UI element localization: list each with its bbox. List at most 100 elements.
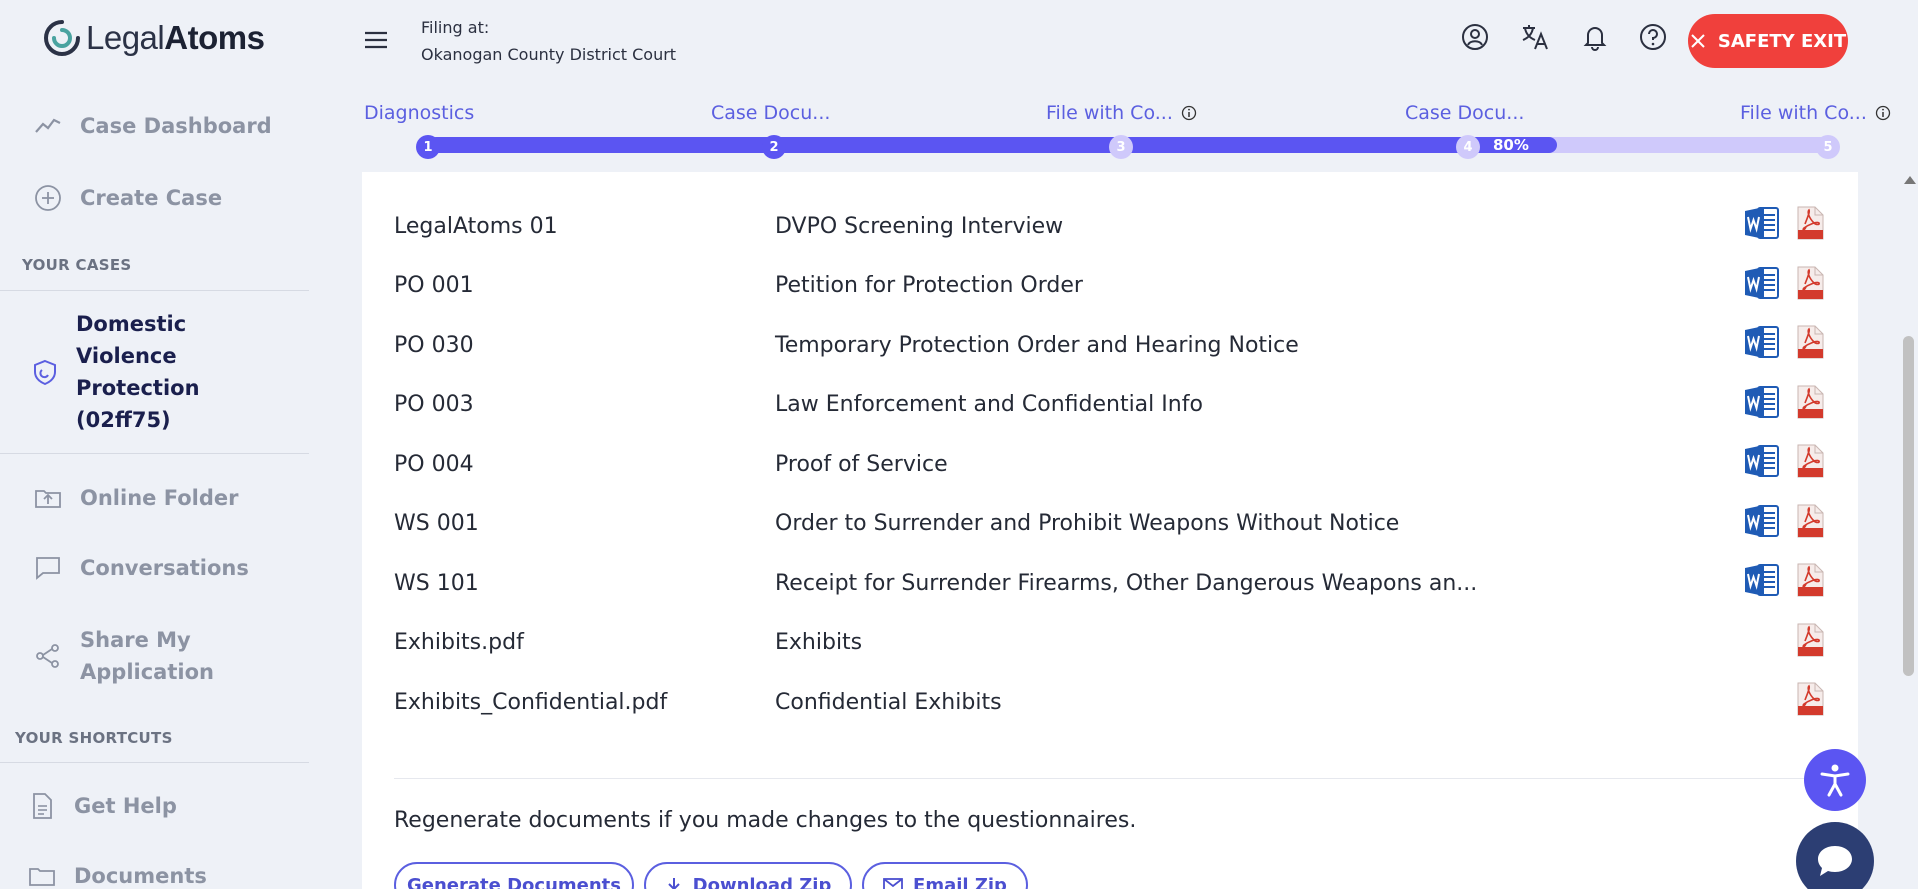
share-icon: [36, 644, 59, 668]
nav-label: Online Folder: [80, 486, 239, 510]
document-code: WS 001: [394, 511, 479, 536]
shortcut-documents[interactable]: Documents: [28, 862, 207, 889]
divider: [0, 290, 309, 291]
word-download-icon[interactable]: [1744, 385, 1780, 419]
accessibility-button[interactable]: [1804, 749, 1866, 811]
chat-bubble-icon: [36, 557, 60, 580]
shield-icon: [34, 359, 56, 385]
document-download-icons: [1744, 444, 1824, 484]
button-label: Email Zip: [913, 874, 1007, 889]
pdf-download-icon[interactable]: [1796, 563, 1824, 597]
word-download-icon[interactable]: [1744, 563, 1780, 597]
pdf-download-icon[interactable]: [1796, 444, 1824, 478]
step-label-5[interactable]: File with Co...: [1740, 102, 1891, 124]
progress-percent: 80%: [1493, 136, 1529, 154]
safety-exit-button[interactable]: SAFETY EXIT: [1688, 14, 1848, 68]
document-download-icons: [1744, 206, 1824, 246]
nav-share-application[interactable]: Share My Application: [34, 624, 240, 688]
pdf-download-icon[interactable]: [1796, 682, 1824, 716]
step-dot-2[interactable]: 2: [762, 135, 786, 159]
document-download-icons: [1744, 682, 1824, 722]
nav-create-case[interactable]: Create Case: [34, 184, 222, 212]
document-code: LegalAtoms 01: [394, 213, 558, 239]
progress-stepper: Diagnostics Case Docu... File with Co...…: [310, 88, 1918, 160]
scroll-up-arrow-icon[interactable]: [1904, 176, 1916, 184]
close-icon: [1691, 34, 1705, 48]
nav-label: Create Case: [80, 186, 223, 210]
document-download-icons: [1744, 385, 1824, 425]
generate-documents-button[interactable]: Generate Documents: [394, 862, 634, 889]
step-label-3[interactable]: File with Co...: [1046, 102, 1197, 124]
hamburger-menu-icon[interactable]: [362, 26, 390, 54]
logo[interactable]: LegalAtoms: [42, 18, 265, 58]
document-row: WS 101 Receipt for Surrender Firearms, Ot…: [394, 555, 1824, 611]
document-code: PO 004: [394, 451, 474, 477]
shortcut-get-help[interactable]: Get Help: [28, 792, 177, 820]
document-download-icons: [1744, 325, 1824, 365]
document-title: Exhibits: [775, 630, 863, 655]
regenerate-hint: Regenerate documents if you made changes…: [394, 808, 1137, 833]
document-row: WS 001 Order to Surrender and Prohibit We…: [394, 496, 1824, 552]
document-code: PO 001: [394, 273, 474, 298]
word-download-icon[interactable]: [1744, 444, 1780, 478]
step-label-4[interactable]: Case Docu...: [1405, 102, 1524, 124]
filing-location: Filing at: Okanogan County District Cour…: [421, 14, 676, 68]
chat-widget-button[interactable]: [1796, 822, 1874, 889]
document-download-icons: [1744, 623, 1824, 663]
divider: [0, 453, 309, 454]
nav-case-dashboard[interactable]: Case Dashboard: [34, 112, 272, 140]
scroll-thumb[interactable]: [1903, 336, 1914, 676]
step-label-1[interactable]: Diagnostics: [364, 102, 474, 124]
word-download-icon[interactable]: [1744, 325, 1780, 359]
nav-label: Conversations: [80, 556, 249, 580]
document-download-icons: [1744, 266, 1824, 306]
step-label-text: File with Co...: [1046, 102, 1173, 124]
pdf-download-icon[interactable]: [1796, 504, 1824, 538]
nav-online-folder[interactable]: Online Folder: [34, 484, 238, 512]
user-profile-icon[interactable]: [1460, 22, 1490, 52]
nav-label: Case Dashboard: [80, 114, 272, 138]
pdf-download-icon[interactable]: [1796, 623, 1824, 657]
word-download-icon[interactable]: [1744, 266, 1780, 300]
translate-icon[interactable]: [1520, 22, 1550, 52]
step-label-text: Case Docu...: [1405, 102, 1525, 124]
info-icon[interactable]: [1875, 105, 1891, 121]
word-download-icon[interactable]: [1744, 504, 1780, 538]
help-question-icon[interactable]: [1638, 22, 1668, 52]
pdf-download-icon[interactable]: [1796, 385, 1824, 419]
pdf-download-icon[interactable]: [1796, 325, 1824, 359]
sidebar: LegalAtoms Case Dashboard Create Case YO…: [0, 0, 310, 889]
document-code: PO 030: [394, 332, 474, 358]
plus-circle-icon: [35, 185, 61, 211]
top-header: Filing at: Okanogan County District Cour…: [310, 0, 1918, 80]
email-icon: [883, 878, 903, 889]
legalatoms-logo-icon: [44, 20, 80, 56]
nav-conversations[interactable]: Conversations: [34, 554, 249, 582]
progress-track: [428, 137, 1839, 153]
word-download-icon[interactable]: [1744, 206, 1780, 240]
email-zip-button[interactable]: Email Zip: [862, 862, 1028, 889]
shortcut-label: Get Help: [74, 794, 177, 818]
documents-card: LegalAtoms 01 DVPO Screening Interview PO …: [362, 172, 1858, 889]
notification-bell-icon[interactable]: [1580, 22, 1610, 52]
step-label-2[interactable]: Case Docu...: [711, 102, 830, 124]
sidebar-item-active-case[interactable]: Domestic Violence Protection (02ff75): [32, 308, 246, 436]
document-title: Confidential Exhibits: [775, 689, 1002, 715]
download-zip-button[interactable]: Download Zip: [644, 862, 852, 889]
step-dot-3[interactable]: 3: [1109, 135, 1133, 159]
info-icon[interactable]: [1181, 105, 1197, 121]
document-row: PO 004 Proof of Service: [394, 436, 1824, 492]
step-dot-5[interactable]: 5: [1816, 135, 1840, 159]
folder-icon: [29, 868, 55, 886]
document-code: Exhibits.pdf: [394, 630, 524, 655]
pdf-download-icon[interactable]: [1796, 266, 1824, 300]
button-label: Download Zip: [692, 874, 832, 889]
scrollbar[interactable]: [1900, 172, 1918, 889]
court-name: Okanogan County District Court: [421, 45, 677, 64]
filing-label: Filing at:: [421, 18, 490, 37]
pdf-download-icon[interactable]: [1796, 206, 1824, 240]
progress-fill: [428, 137, 1557, 153]
button-label: Generate Documents: [407, 874, 621, 889]
step-dot-4[interactable]: 4: [1456, 135, 1480, 159]
step-dot-1[interactable]: 1: [416, 135, 440, 159]
